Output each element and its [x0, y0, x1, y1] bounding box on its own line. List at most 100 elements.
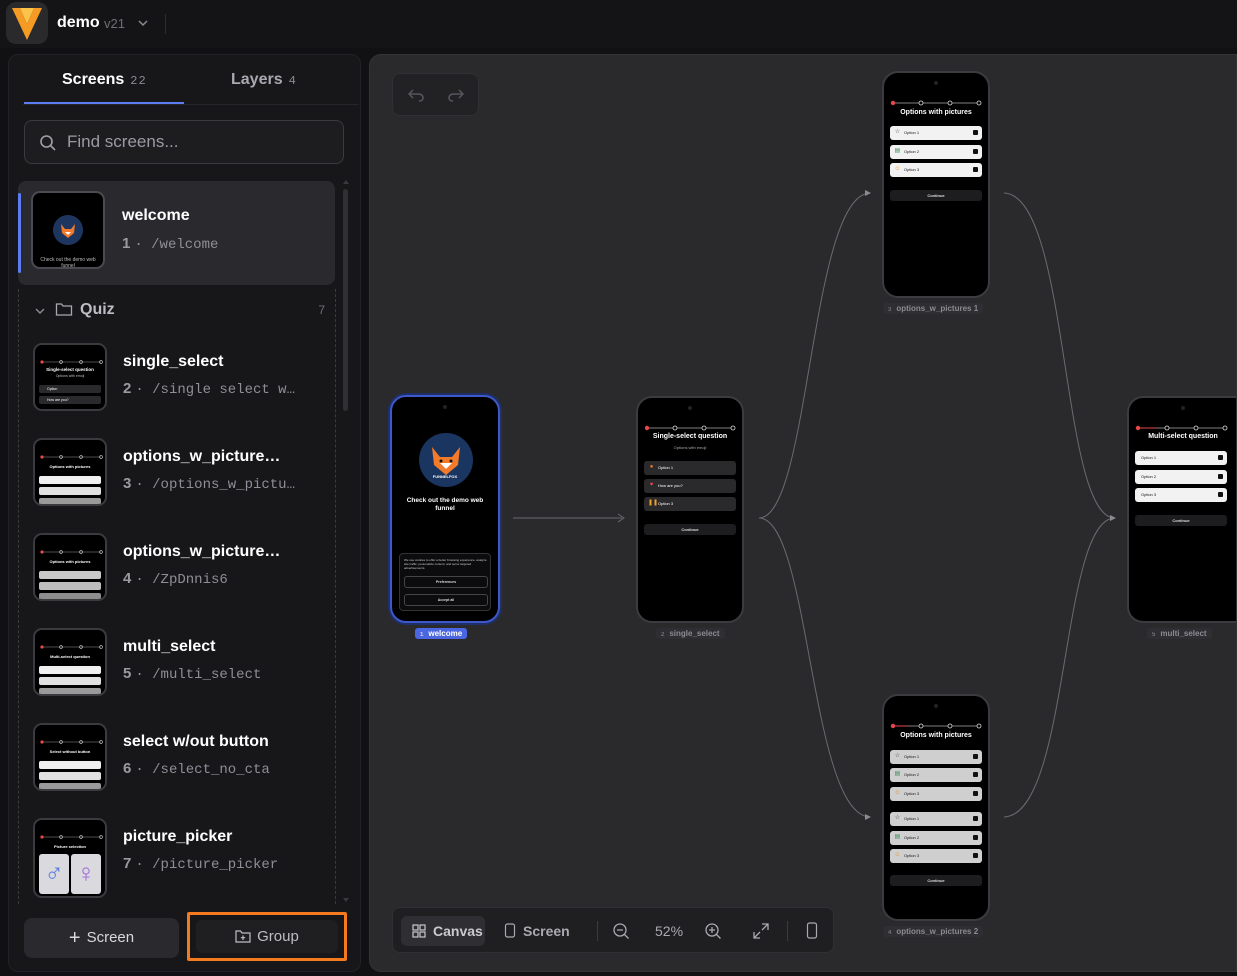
tab-layers[interactable]: Layers 4	[231, 71, 297, 89]
add-screen-button[interactable]: + Screen	[24, 918, 179, 958]
sidebar: Screens 22 Layers 4 Check out the demo web…	[8, 54, 361, 972]
screen-node-options-w-pictures-1[interactable]: Options with pictures ☆ Option 1 ▤ Option …	[882, 71, 990, 298]
screen-item-single-select[interactable]: Single-select question Options with emoj…	[19, 333, 337, 423]
device-preview-icon[interactable]	[806, 922, 818, 939]
screen-node-single-select[interactable]: Single-select question Options with emoj…	[636, 396, 744, 623]
progress-bar	[890, 723, 982, 729]
project-version: v21	[104, 16, 125, 31]
option-label: Option 1	[1141, 455, 1157, 460]
screen-path-text: /single select w…	[152, 382, 295, 398]
thumb-option	[39, 761, 101, 769]
button-label: Screen	[523, 923, 570, 939]
zoom-level: 52%	[655, 923, 684, 939]
phone-notch	[443, 405, 447, 409]
screen-view-button[interactable]: Screen	[499, 916, 585, 946]
canvas-view-button[interactable]: Canvas	[401, 916, 485, 946]
node-label-welcome[interactable]: 1 welcome	[415, 628, 468, 639]
thumb-option	[39, 571, 101, 579]
screen-path: 2 · /single select w…	[123, 380, 295, 398]
screen-node-options-w-pictures-2[interactable]: Options with pictures ☆ Option 1 ▤ Option …	[882, 694, 990, 921]
thumb-title: Select without button	[49, 749, 91, 754]
chevron-down-icon[interactable]	[136, 16, 150, 30]
screen-item-options-w-pictures-2[interactable]: Options with pictures options_w_picture……	[19, 523, 337, 613]
star-icon: ☆	[894, 815, 901, 821]
node-name: multi_select	[1160, 629, 1207, 638]
tab-label: Screens	[62, 71, 125, 88]
node-label-multi-select[interactable]: 5 multi_select	[1147, 628, 1212, 639]
smile-icon: ☺	[894, 166, 901, 172]
screen-path: 5 · /multi_select	[123, 665, 262, 683]
screen-item-picture-picker[interactable]: Picture selection ♂ ♀ picture_picker 7 · …	[19, 808, 337, 898]
preferences-button[interactable]: Preferences	[404, 576, 488, 588]
thumb-option: Option	[39, 385, 101, 393]
node-label-options-w-pictures-2[interactable]: 4 options_w_pictures 2	[883, 926, 984, 937]
node-option: ♥ How are you?	[644, 479, 736, 493]
screen-number: 4	[123, 570, 132, 587]
pause-icon: ❚❚	[648, 500, 659, 506]
tab-screens[interactable]: Screens 22	[62, 71, 147, 89]
node-title: Multi-select question	[1148, 433, 1218, 440]
group-quiz: Quiz 7 Single-select question Options wi…	[18, 289, 336, 905]
thumb-subtitle: Options with emoji	[55, 374, 85, 378]
screen-item-multi-select[interactable]: Multi-select question multi_select 5 · /m…	[19, 618, 337, 708]
screen-node-multi-select[interactable]: Multi-select question Option 1 Option 2 …	[1127, 396, 1236, 623]
node-option: ☺ Option 3	[890, 787, 982, 801]
scroll-down-arrow-icon[interactable]	[342, 897, 350, 903]
button-label: Group	[257, 928, 299, 945]
phone-notch	[688, 406, 692, 410]
zoom-in-icon[interactable]	[704, 922, 722, 940]
fit-screen-icon[interactable]	[752, 922, 770, 940]
screen-number: 7	[123, 855, 132, 872]
checkbox-icon	[1218, 455, 1223, 460]
scroll-up-arrow-icon[interactable]	[342, 179, 350, 185]
cookie-banner: We use cookies to offer a better browsin…	[399, 553, 491, 611]
continue-button[interactable]: Continue	[644, 524, 736, 535]
plus-icon: +	[68, 927, 81, 949]
continue-button[interactable]: Continue	[1135, 515, 1227, 526]
group-header[interactable]: Quiz 7	[19, 297, 337, 323]
node-number: 3	[888, 307, 892, 313]
screen-title: options_w_picture…	[123, 448, 281, 465]
screen-item-select-no-cta[interactable]: Select without button select w/out butto…	[19, 713, 337, 803]
screen-node-welcome[interactable]: FUNNELFOX Check out the demo web funnel …	[390, 395, 500, 623]
screen-title: single_select	[123, 353, 224, 370]
search-input[interactable]	[67, 129, 327, 155]
project-name[interactable]: demo	[57, 14, 100, 32]
node-label-single-select[interactable]: 2 single_select	[656, 628, 725, 639]
node-label-options-w-pictures-1[interactable]: 3 options_w_pictures 1	[883, 303, 984, 314]
canvas-toolbar: Canvas Screen 52%	[392, 907, 834, 953]
checkbox-icon	[973, 149, 978, 154]
node-subtitle: Options with emoji	[673, 445, 707, 450]
chevron-down-icon[interactable]	[34, 305, 46, 317]
top-bar: demo v21	[0, 0, 1237, 48]
option-label: Option 1	[904, 130, 920, 135]
screen-path: 1 · /welcome	[122, 235, 219, 253]
node-option: ☆ Option 1	[890, 750, 982, 764]
app-logo[interactable]	[6, 2, 48, 44]
flow-canvas[interactable]: FUNNELFOX Check out the demo web funnel …	[369, 54, 1237, 972]
add-group-button[interactable]: Group	[196, 920, 338, 953]
screen-thumbnail: Picture selection ♂ ♀	[33, 818, 107, 898]
group-name: Quiz	[80, 301, 115, 318]
accept-all-button[interactable]: Accept all	[404, 594, 488, 606]
zoom-out-icon[interactable]	[612, 922, 630, 940]
screen-path-text: /multi_select	[152, 667, 262, 683]
folder-icon	[55, 303, 73, 316]
continue-button[interactable]: Continue	[890, 875, 982, 886]
thumb-title: Single-select question	[46, 367, 94, 372]
document-icon: ▤	[894, 834, 901, 840]
active-tab-indicator	[24, 102, 184, 104]
flow-connectors	[513, 190, 1116, 820]
screen-item-options-w-pictures-1[interactable]: Options with pictures options_w_picture……	[19, 428, 337, 518]
checkbox-icon	[973, 816, 978, 821]
brand-name: FUNNELFOX	[432, 474, 458, 479]
screen-number: 2	[123, 380, 132, 397]
checkbox-icon	[973, 754, 978, 759]
divider	[165, 14, 166, 34]
scrollbar-thumb[interactable]	[343, 189, 348, 411]
option-label: Option 1	[904, 754, 920, 759]
screen-number: 3	[123, 475, 132, 492]
thumb-option	[39, 498, 101, 504]
screen-item-welcome[interactable]: Check out the demo web funnel welcome 1 ·…	[18, 181, 335, 285]
continue-button[interactable]: Continue	[890, 190, 982, 201]
